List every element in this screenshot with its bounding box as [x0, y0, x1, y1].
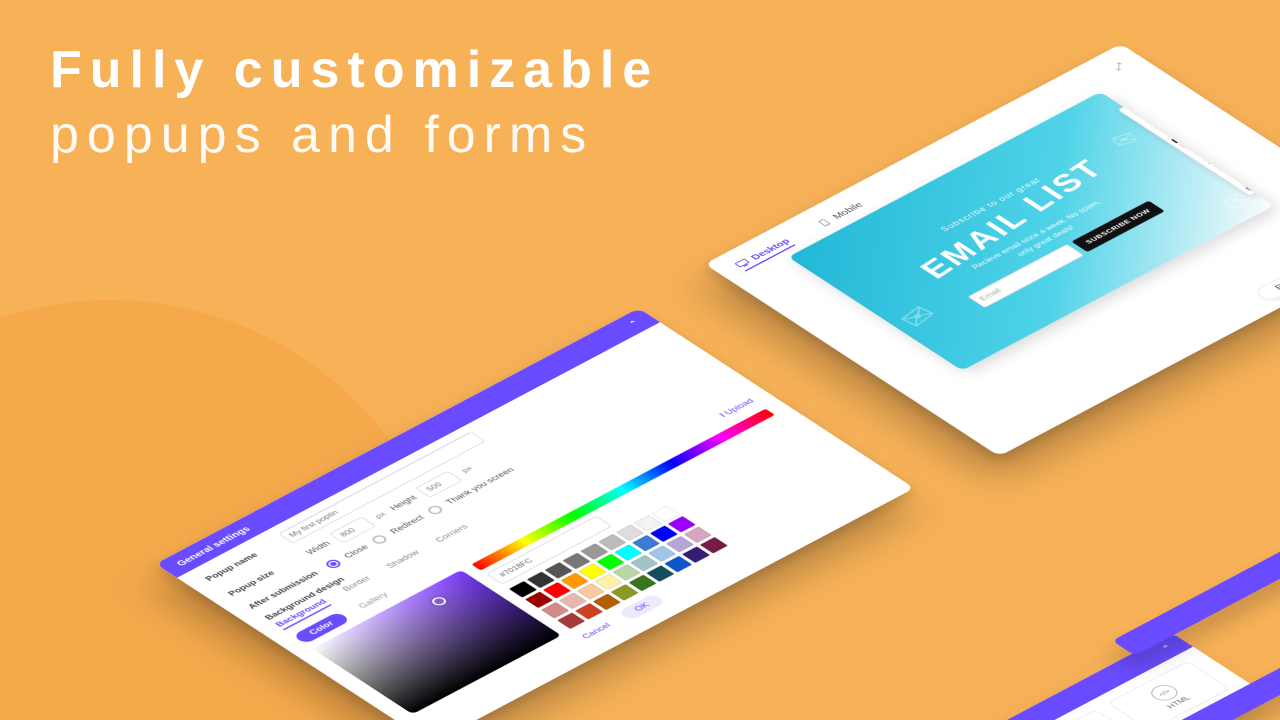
mobile-icon	[815, 217, 833, 228]
cancel-button[interactable]: Cancel	[580, 622, 613, 641]
delete-icon[interactable]: 🗑	[1244, 185, 1257, 192]
headline: Fully customizable popups and forms	[50, 38, 659, 168]
text-toolbar[interactable]: Open Sans-Assume T ¶ B I U S ≡ ≡ ≡ 🗑	[1117, 102, 1264, 196]
radio-redirect[interactable]	[370, 534, 390, 546]
envelope-icon: ✉	[1106, 128, 1144, 153]
tab-mobile-label: Mobile	[829, 200, 865, 220]
strike-icon[interactable]: S	[1212, 163, 1221, 168]
panel-stub	[1112, 538, 1280, 655]
toolbar-size-icon[interactable]: T	[1155, 126, 1164, 132]
toolbar-color-white[interactable]	[1178, 141, 1189, 148]
width-unit: px	[373, 511, 388, 520]
mode-gallery[interactable]: Gallery	[356, 591, 390, 610]
tab-desktop-label: Desktop	[748, 237, 793, 262]
headline-bold: Fully customizable	[50, 38, 659, 103]
chevron-up-icon: ⌃	[1161, 644, 1175, 652]
toolbar-color-black[interactable]	[1171, 137, 1182, 144]
align-right-icon[interactable]: ≡	[1236, 179, 1245, 184]
reset-button[interactable]: Reset	[1253, 264, 1280, 302]
popup-preview: ✉ ✉ ✉ Subscribe to our great EMAIL LIST …	[788, 92, 1274, 371]
height-unit: px	[459, 465, 474, 474]
underline-icon[interactable]: U	[1204, 158, 1214, 164]
desktop-icon	[734, 258, 752, 269]
align-left-icon[interactable]: ≡	[1222, 170, 1231, 175]
chevron-up-icon: ⌃	[628, 319, 642, 327]
italic-icon[interactable]: I	[1198, 154, 1206, 159]
elements-panel: Design elements ⌃ ▭ Button ⏱ Timer ▦ Ima…	[785, 633, 1254, 720]
height-label: Height	[388, 494, 420, 512]
envelope-icon: ✉	[890, 301, 947, 333]
preview-panel: Desktop Mobile ⤢ ✉ ✉ ✉ Subscribe to our …	[705, 44, 1280, 456]
width-label: Width	[304, 540, 333, 556]
upload-label: Upload	[722, 397, 756, 416]
toolbar-font-label: Open Sans-Assume	[1126, 107, 1153, 124]
fullscreen-icon[interactable]: ⤢	[1109, 61, 1129, 73]
bold-icon[interactable]: B	[1189, 148, 1198, 154]
radio-close[interactable]	[323, 558, 343, 570]
headline-thin: popups and forms	[50, 103, 659, 168]
tab-desktop[interactable]: Desktop	[733, 237, 796, 272]
radio-thankyou[interactable]	[425, 504, 445, 516]
toolbar-para-icon[interactable]: ¶	[1162, 131, 1171, 136]
color-cursor[interactable]	[429, 595, 449, 607]
radio-close-label: Close	[342, 544, 371, 560]
align-center-icon[interactable]: ≡	[1229, 174, 1238, 179]
